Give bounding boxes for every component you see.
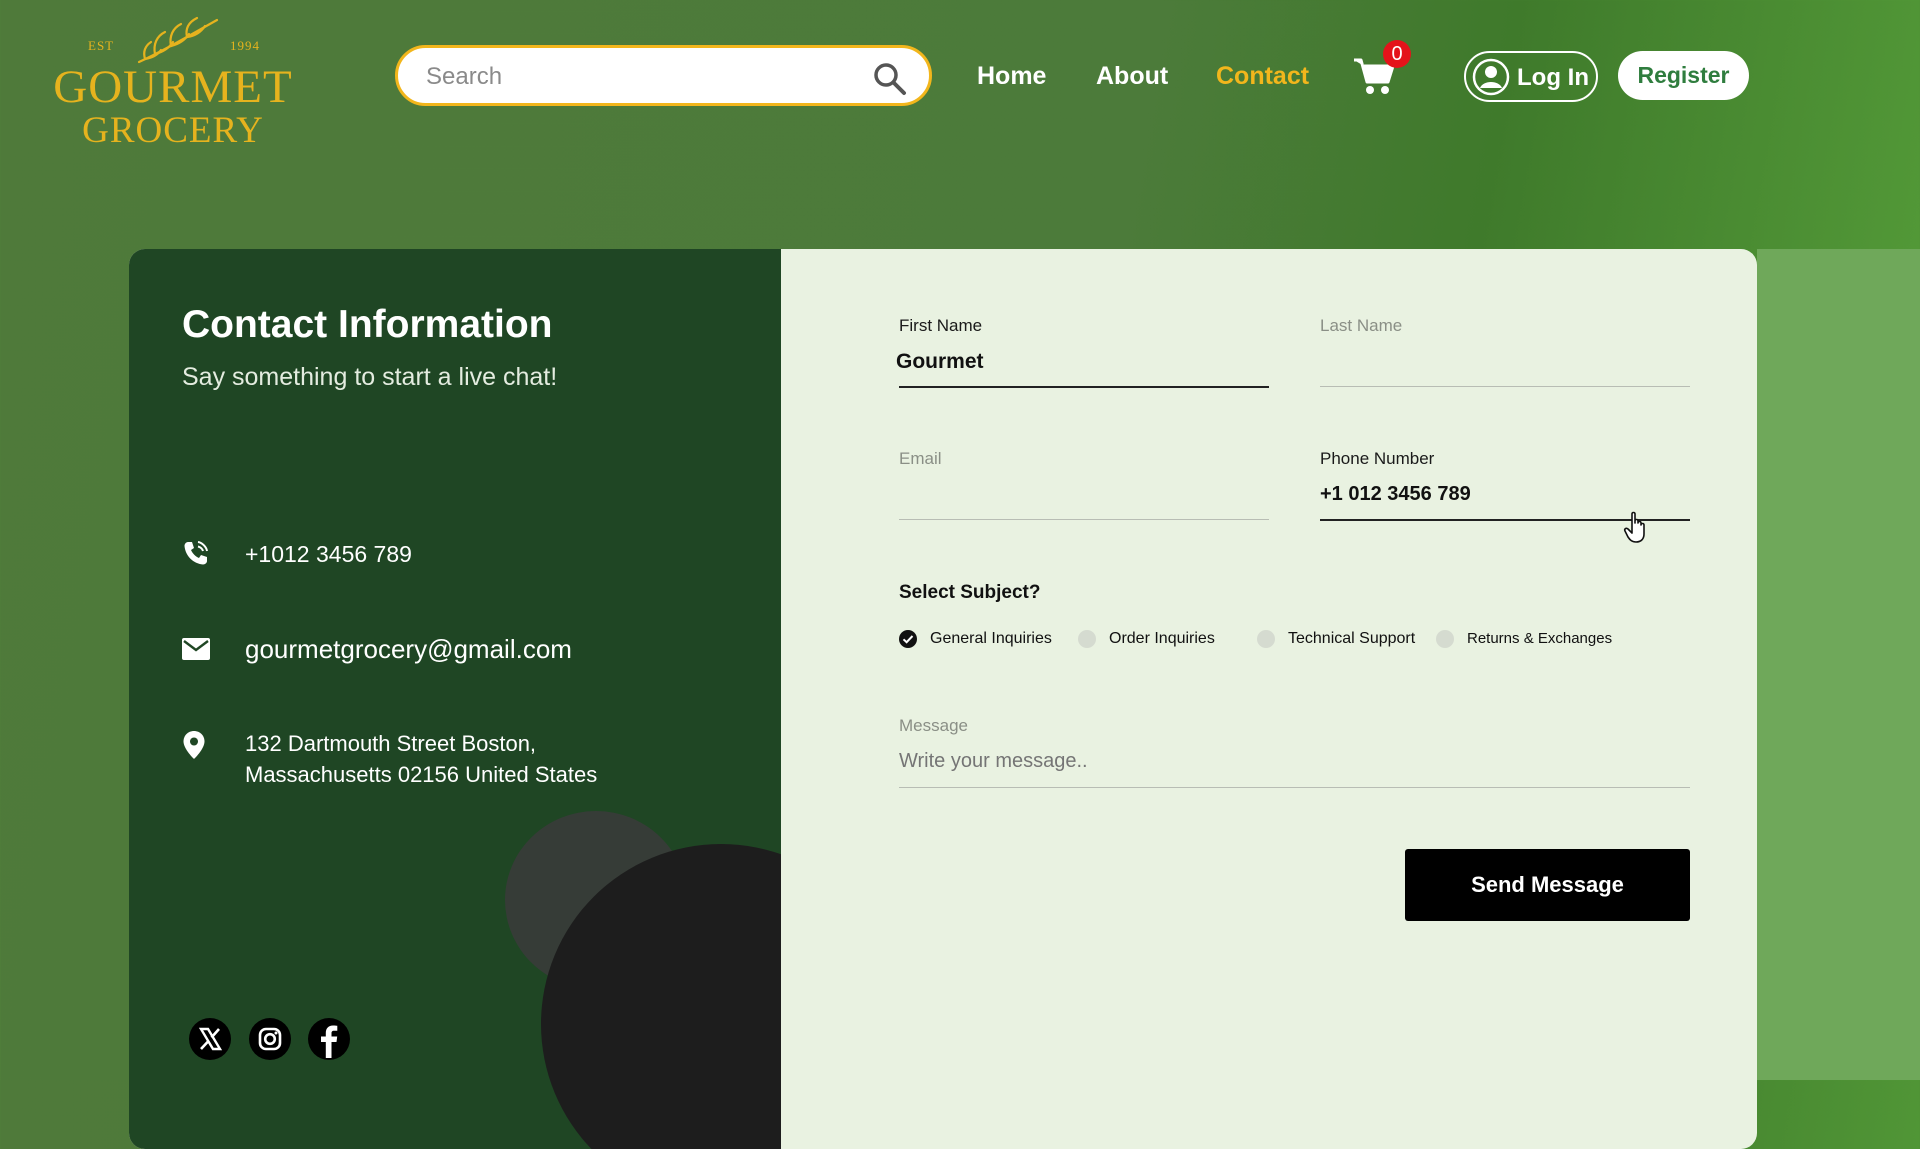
background-panel: [1757, 249, 1920, 1080]
mail-icon: [182, 638, 210, 660]
radio-checked-icon: [899, 630, 917, 648]
contact-info-title: Contact Information: [182, 303, 553, 346]
email-field[interactable]: [899, 481, 1269, 509]
radio-unchecked-icon: [1078, 630, 1096, 648]
nav-about[interactable]: About: [1096, 62, 1168, 91]
user-circle-icon: [1472, 58, 1510, 96]
logo-year: 1994: [230, 38, 260, 53]
nav-contact[interactable]: Contact: [1216, 62, 1309, 91]
login-button[interactable]: Log In: [1464, 51, 1598, 102]
cart-count-badge: 0: [1383, 40, 1411, 68]
hand-cursor-icon: [1623, 511, 1645, 543]
wheat-leaf-icon: [137, 16, 219, 64]
search-input[interactable]: [424, 60, 848, 94]
x-icon[interactable]: [189, 1018, 231, 1060]
subject-option-label: Order Inquiries: [1109, 630, 1215, 647]
phone-icon: [184, 541, 208, 565]
message-field[interactable]: [899, 747, 1689, 775]
message-label: Message: [899, 716, 968, 735]
address-line1: 132 Dartmouth Street Boston,: [245, 731, 537, 756]
search-icon[interactable]: [873, 62, 907, 96]
contact-info-panel: Contact Information Say something to sta…: [129, 249, 781, 1149]
location-pin-icon: [183, 731, 205, 759]
radio-unchecked-icon: [1257, 630, 1275, 648]
logo-est: EST: [88, 38, 115, 53]
logo-line2: GROCERY: [82, 110, 264, 151]
radio-unchecked-icon: [1436, 630, 1454, 648]
brand-logo[interactable]: EST 1994 GOURMET GROCERY: [48, 16, 298, 151]
instagram-icon[interactable]: [249, 1018, 291, 1060]
contact-card: Contact Information Say something to sta…: [129, 249, 1757, 1149]
phone-label: Phone Number: [1320, 449, 1435, 468]
subject-option-label: Returns & Exchanges: [1467, 630, 1613, 647]
register-button[interactable]: Register: [1618, 51, 1749, 100]
subject-option-label: General Inquiries: [930, 630, 1052, 647]
address-line2: Massachusetts 02156 United States: [245, 762, 598, 787]
email-text[interactable]: gourmetgrocery@gmail.com: [245, 634, 572, 665]
facebook-icon[interactable]: [308, 1018, 350, 1060]
email-label: Email: [899, 449, 942, 468]
search-bar: [395, 45, 932, 106]
last-name-underline: [1320, 386, 1690, 387]
subject-option-label: Technical Support: [1288, 630, 1416, 647]
login-label: Log In: [1517, 64, 1589, 91]
last-name-field[interactable]: [1320, 348, 1690, 376]
phone-text: +1012 3456 789: [245, 541, 412, 567]
first-name-underline: [899, 386, 1269, 388]
send-message-button[interactable]: Send Message: [1405, 849, 1690, 921]
first-name-field[interactable]: [896, 348, 1266, 376]
subject-title: Select Subject?: [899, 582, 1041, 603]
last-name-label: Last Name: [1320, 316, 1403, 335]
message-underline: [899, 787, 1690, 788]
logo-line1: GOURMET: [53, 61, 293, 113]
email-underline: [899, 519, 1269, 520]
nav-home[interactable]: Home: [977, 62, 1046, 91]
phone-field[interactable]: [1320, 480, 1690, 508]
first-name-label: First Name: [899, 316, 983, 335]
contact-info-subtitle: Say something to start a live chat!: [182, 363, 558, 391]
